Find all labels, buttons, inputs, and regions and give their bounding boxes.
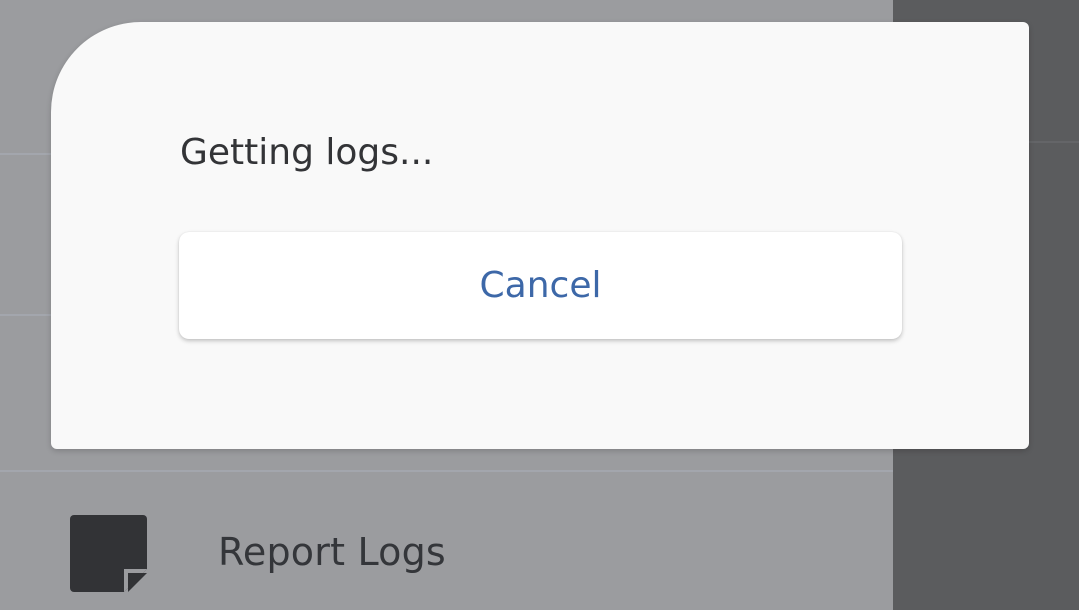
drawer-item-report-logs[interactable]: Report Logs xyxy=(0,478,893,610)
drawer-divider xyxy=(0,470,893,472)
sticky-note-icon xyxy=(70,515,147,592)
cancel-button[interactable]: Cancel xyxy=(179,232,902,339)
progress-dialog: Getting logs... Cancel xyxy=(51,22,1029,449)
dialog-message: Getting logs... xyxy=(180,132,434,173)
drawer-item-label: Report Logs xyxy=(218,530,446,574)
